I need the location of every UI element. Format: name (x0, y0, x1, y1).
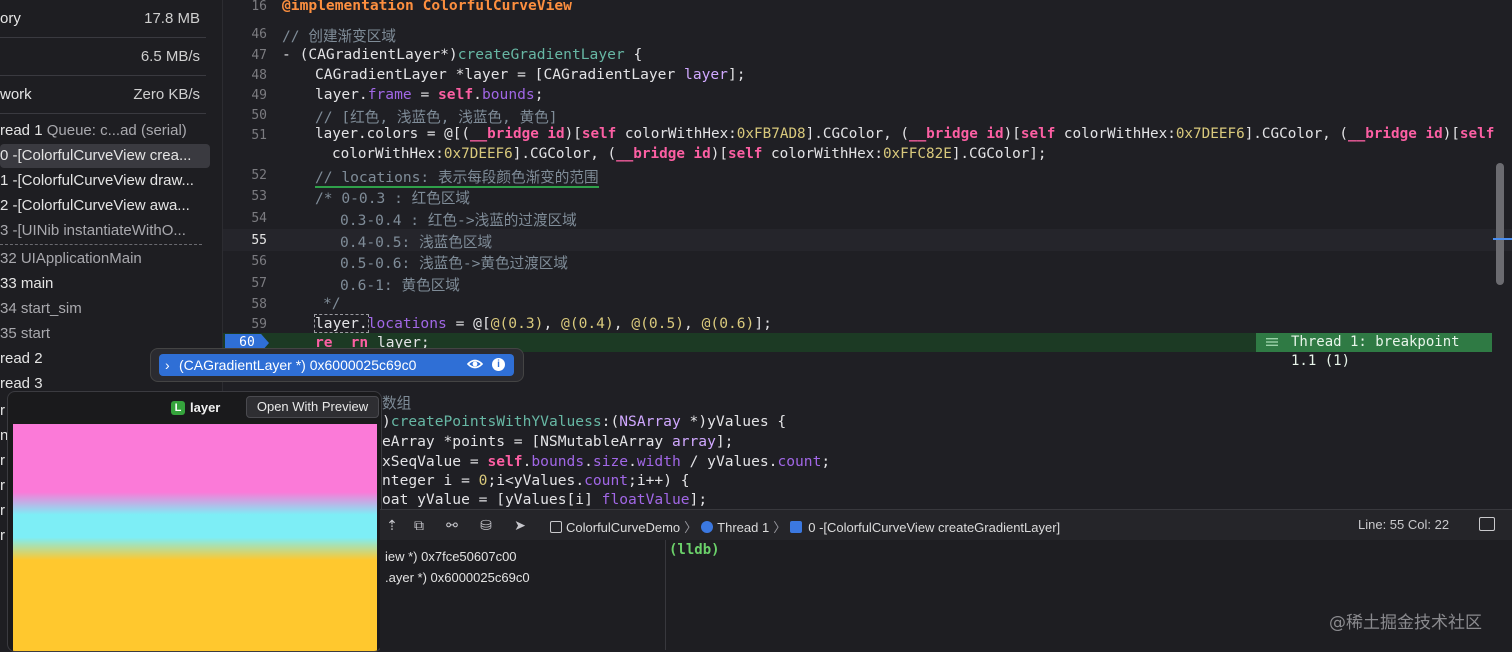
code-line-52: // locations: 表示每段颜色渐变的范围 (315, 169, 599, 188)
code-line-65: eArray *points = [NSMutableArray array]; (382, 433, 734, 450)
chevron-right-icon[interactable]: › (165, 354, 170, 376)
local-variable-badge: L (171, 401, 185, 415)
code-line-56: 0.5-0.6: 浅蓝色->黄色过渡区域 (340, 255, 568, 272)
variable-row[interactable]: › (CAGradientLayer *) 0x6000025c69c0 i (159, 354, 514, 376)
breakpoint-annotation[interactable]: Thread 1: breakpoint 1.1 (1) (1256, 333, 1492, 369)
frame-user-icon (790, 521, 803, 533)
line-number: 51 (251, 128, 267, 143)
memory-graph-icon[interactable]: ⚯ (444, 517, 460, 533)
toggle-pane-icon[interactable] (1479, 517, 1495, 531)
lldb-prompt: (lldb) (669, 542, 720, 558)
app-icon (550, 521, 562, 533)
code-line-47: - (CAGradientLayer*)createGradientLayer … (282, 46, 643, 63)
breadcrumb-app[interactable]: ColorfulCurveDemo (566, 520, 680, 535)
code-line-50: // [红色, 浅蓝色, 浅蓝色, 黄色] (315, 109, 558, 126)
info-icon[interactable]: i (492, 358, 505, 371)
gauge-value: 6.5 MB/s (140, 48, 200, 65)
debug-breadcrumb: ColorfulCurveDemo 〉 Thread 1 〉 0 -[ColorfulC… (550, 517, 1060, 536)
code-line-48: CAGradientLayer *layer = [CAGradientLaye… (315, 66, 746, 83)
thread-1-row[interactable]: read 1 Queue: c...ad (serial) (0, 119, 210, 143)
code-line-51: layer.colors = @[(__bridge id)[self colo… (315, 126, 1495, 142)
preview-variable-name: layer (190, 400, 221, 415)
line-number: 16 (251, 0, 267, 14)
gradient-layer-image (13, 424, 377, 651)
code-line-57: 0.6-1: 黄色区域 (340, 277, 460, 294)
line-number: 47 (251, 48, 267, 63)
code-line-58: */ (323, 295, 341, 312)
stack-frame-3[interactable]: 3 -[UINib instantiateWithO... (0, 219, 210, 243)
line-number: 59 (251, 317, 267, 332)
simulate-location-icon[interactable]: ➤ (512, 517, 528, 533)
watermark: @稀土掘金技术社区 (1329, 613, 1482, 633)
variable-data-tip: › (CAGradientLayer *) 0x6000025c69c0 i (150, 348, 524, 382)
frames-separator (0, 244, 202, 245)
line-number: 48 (251, 68, 267, 83)
line-number: 58 (251, 297, 267, 312)
code-line-67: nteger i = 0;i<yValues.count;i++) { (382, 472, 690, 489)
breakpoint-label: Thread 1: breakpoint 1.1 (1) (1291, 334, 1460, 369)
environment-overrides-icon[interactable]: ⛁ (478, 517, 494, 533)
gauge-value: 17.8 MB (144, 10, 200, 27)
thread-label: read 1 (0, 122, 43, 139)
code-line-55: 0.4-0.5: 浅蓝色区域 (340, 234, 493, 251)
code-line-51-wrap: colorWithHex:0x7DEEF6].CGColor, (__bridg… (332, 146, 1047, 162)
stack-frame-32[interactable]: 32 UIApplicationMain (0, 247, 210, 271)
code-line-49: layer.frame = self.bounds; (315, 86, 544, 103)
code-line-46: // 创建渐变区域 (282, 28, 396, 45)
sticky-header: @implementation ColorfulCurveView (282, 0, 572, 14)
lldb-console[interactable]: (lldb) @稀土掘金技术社区 (666, 540, 1512, 650)
stack-frame-2[interactable]: 2 -[ColorfulCurveView awa... (0, 194, 210, 218)
thread-icon (701, 521, 714, 533)
breadcrumb-frame[interactable]: 0 -[ColorfulCurveView createGradientLaye… (808, 520, 1060, 535)
line-number: 46 (251, 27, 267, 42)
code-line-63: 数组 (382, 395, 412, 412)
hamburger-icon (1266, 338, 1278, 346)
line-number: 57 (251, 276, 267, 291)
code-line-54: 0.3-0.4 : 红色->浅蓝的过渡区域 (340, 212, 577, 229)
disk-gauge[interactable]: 6.5 MB/s (0, 38, 206, 76)
vertical-scrollbar[interactable] (1496, 163, 1504, 285)
stack-frame-33[interactable]: 33 main (0, 272, 210, 296)
open-with-preview-button[interactable]: Open With Preview (246, 396, 379, 418)
stack-frame-0[interactable]: 0 -[ColorfulCurveView crea... (0, 144, 210, 168)
line-number: 49 (251, 88, 267, 103)
breadcrumb-thread[interactable]: Thread 1 (717, 520, 769, 535)
view-hierarchy-icon[interactable]: ⧉ (411, 517, 427, 533)
stack-frame-1[interactable]: 1 -[ColorfulCurveView draw... (0, 169, 210, 193)
scroll-position-marker (1493, 238, 1512, 240)
network-gauge[interactable]: work Zero KB/s (0, 76, 206, 114)
gauge-value: Zero KB/s (133, 86, 200, 103)
line-number: 56 (251, 254, 267, 269)
eye-icon[interactable] (467, 358, 483, 370)
memory-gauge[interactable]: ory 17.8 MB (0, 0, 206, 38)
thread-queue: Queue: c...ad (serial) (46, 122, 187, 139)
line-number: 53 (251, 189, 267, 204)
gauge-label: work (0, 86, 32, 103)
cursor-position: Line: 55 Col: 22 (1358, 517, 1450, 532)
variables-view[interactable]: iew *) 0x7fce50607c00 .ayer *) 0x6000025… (380, 540, 666, 650)
line-number: 55 (251, 233, 267, 248)
source-editor[interactable]: 16 @implementation ColorfulCurveView 46 … (223, 0, 1512, 509)
line-number: 54 (251, 211, 267, 226)
quick-look-preview: L layer Open With Preview (7, 391, 382, 652)
code-line-68: oat yValue = [yValues[i] floatValue]; (382, 491, 708, 508)
stack-frame-34[interactable]: 34 start_sim (0, 297, 210, 321)
variable-row[interactable]: iew *) 0x7fce50607c00 (385, 549, 517, 564)
stack-frame-35[interactable]: 35 start (0, 322, 210, 346)
line-number: 50 (251, 108, 267, 123)
variable-row[interactable]: .ayer *) 0x6000025c69c0 (385, 570, 530, 585)
code-line-53: /* 0-0.3 : 红色区域 (315, 190, 471, 207)
gauge-label: ory (0, 10, 21, 27)
code-line-66: xSeqValue = self.bounds.size.width / yVa… (382, 453, 831, 470)
debug-bar: ⇡ ⧉ ⚯ ⛁ ➤ ColorfulCurveDemo 〉 Thread 1 〉 0 -… (380, 509, 1512, 541)
code-line-59: layer.locations = @[@(0.3), @(0.4), @(0.… (314, 314, 772, 333)
variable-value: (CAGradientLayer *) 0x6000025c69c0 (179, 357, 417, 373)
code-line-64: )createPointsWithYValuess:(NSArray *)yVa… (382, 413, 787, 430)
line-number: 52 (251, 168, 267, 183)
step-out-icon[interactable]: ⇡ (384, 517, 400, 533)
